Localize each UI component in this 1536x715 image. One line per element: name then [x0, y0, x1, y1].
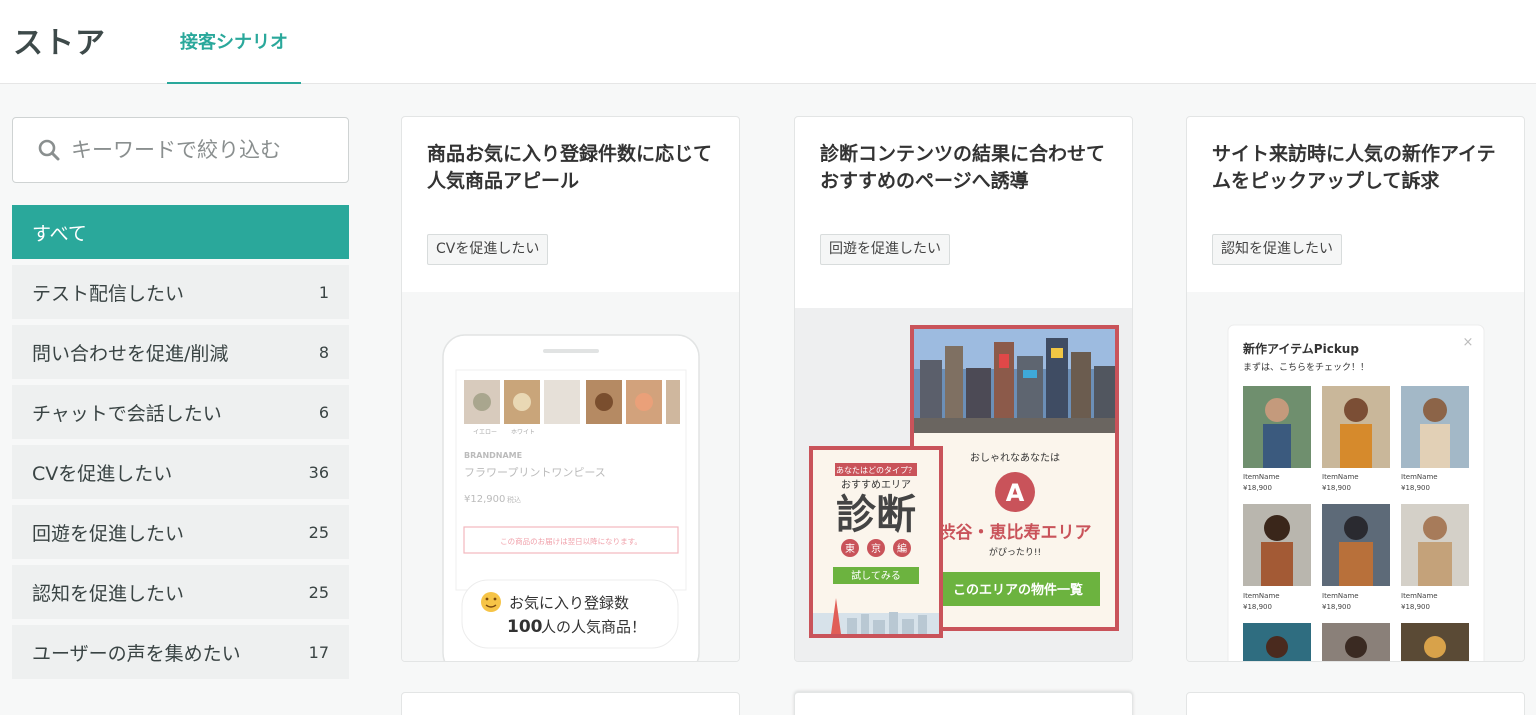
popup-subtitle: まずは、こちらをチェック！！	[1243, 362, 1369, 373]
search-icon	[38, 139, 60, 161]
item-price: ¥18,900	[1401, 484, 1430, 492]
category-count: 17	[308, 642, 329, 662]
category-item-voice[interactable]: ユーザーの声を集めたい 17	[12, 625, 349, 679]
popup-count: 100	[507, 617, 543, 637]
scenario-card-favorites[interactable]: 商品お気に入り登録件数に応じて人気商品アピール CVを促進したい イエロー ホワ…	[401, 116, 740, 662]
card-tag: 認知を促進したい	[1212, 234, 1342, 265]
category-item-circulation[interactable]: 回遊を促進したい 25	[12, 505, 349, 559]
product-name: フラワープリントワンピース	[464, 466, 606, 479]
item-price: ¥18,900	[1322, 603, 1351, 611]
category-label: 回遊を促進したい	[32, 522, 185, 545]
brand-name: BRANDNAME	[464, 451, 522, 460]
item-name: ItemName	[1322, 473, 1359, 481]
color-label: ホワイト	[511, 429, 535, 436]
result-letter: A	[1006, 479, 1025, 507]
color-label: イエロー	[473, 429, 497, 436]
emoji-icon	[481, 592, 501, 612]
diagnosis-banner-preview: おしゃれなあなたは A 渋谷・恵比寿エリア がぴったり!! このエリアの物件一覧…	[809, 325, 1119, 638]
popup-title: 新作アイテムPickup	[1243, 341, 1359, 356]
product-price: ¥12,900	[464, 494, 505, 505]
category-count: 1	[318, 282, 329, 302]
category-count: 8	[318, 342, 329, 362]
result-area: 渋谷・恵比寿エリア	[939, 522, 1092, 543]
category-item-awareness[interactable]: 認知を促進したい 25	[12, 565, 349, 619]
try-button: 試してみる	[851, 569, 901, 582]
category-count: 25	[308, 582, 329, 602]
popup-line1: お気に入り登録数	[509, 594, 629, 612]
delivery-notice: この商品のお届けは翌日以降になります。	[500, 536, 642, 546]
pickup-popup-preview: 新作アイテムPickup まずは、こちらをチェック！！ × ItemName ¥…	[1227, 324, 1485, 661]
search-input[interactable]	[71, 138, 331, 162]
category-item-cv[interactable]: CVを促進したい 36	[12, 445, 349, 499]
scenario-card[interactable]	[401, 692, 740, 715]
category-count: 36	[308, 462, 329, 482]
category-count: 6	[318, 402, 329, 422]
close-icon: ×	[1463, 335, 1474, 350]
item-price: ¥18,900	[1243, 484, 1272, 492]
header: ストア 接客シナリオ	[0, 0, 1536, 84]
item-price: ¥18,900	[1401, 603, 1430, 611]
card-title: 診断コンテンツの結果に合わせておすすめのページへ誘導	[820, 143, 1106, 192]
scenario-card-new-items[interactable]: サイト来訪時に人気の新作アイテムをピックアップして訴求 認知を促進したい 新作ア…	[1186, 116, 1525, 662]
category-item-chat[interactable]: チャットで会話したい 6	[12, 385, 349, 439]
card-preview: 新作アイテムPickup まずは、こちらをチェック！！ × ItemName ¥…	[1187, 292, 1524, 661]
diagnosis-title: 診断	[836, 492, 916, 538]
category-label: すべて	[32, 222, 87, 245]
scenario-card[interactable]	[794, 692, 1133, 715]
diagnosis-char: 編	[897, 542, 907, 555]
item-name: ItemName	[1322, 592, 1359, 600]
price-note: 税込	[507, 495, 521, 504]
item-price: ¥18,900	[1243, 603, 1272, 611]
tab-scenario[interactable]: 接客シナリオ	[167, 0, 301, 84]
category-item-all[interactable]: すべて	[12, 205, 349, 259]
item-name: ItemName	[1243, 592, 1280, 600]
card-title: 商品お気に入り登録件数に応じて人気商品アピール	[427, 143, 713, 192]
category-label: CVを促進したい	[32, 462, 173, 485]
scenario-card-diagnosis[interactable]: 診断コンテンツの結果に合わせておすすめのページへ誘導 回遊を促進したい おしゃれ…	[794, 116, 1133, 662]
scenario-card[interactable]	[1186, 692, 1525, 715]
search-box[interactable]	[12, 117, 349, 183]
card-tag: CVを促進したい	[427, 234, 549, 265]
result-button: このエリアの物件一覧	[953, 582, 1083, 598]
item-name: ItemName	[1243, 473, 1280, 481]
page-title: ストア	[13, 26, 106, 61]
category-label: 認知を促進したい	[32, 582, 185, 605]
category-label: 問い合わせを促進/削減	[32, 342, 229, 365]
category-list: すべて テスト配信したい 1 問い合わせを促進/削減 8 チャットで会話したい …	[12, 205, 349, 685]
card-title: サイト来訪時に人気の新作アイテムをピックアップして訴求	[1212, 143, 1496, 192]
card-preview: イエロー ホワイト BRANDNAME フラワープリントワンピース ¥12,90…	[402, 292, 739, 661]
category-count: 25	[308, 522, 329, 542]
diagnosis-char: 東	[845, 542, 855, 555]
diagnosis-sub: おすすめエリア	[841, 479, 911, 491]
category-label: テスト配信したい	[32, 282, 185, 305]
category-item-test[interactable]: テスト配信したい 1	[12, 265, 349, 319]
diagnosis-banner-label: あなたはどのタイプ？	[836, 466, 916, 475]
category-label: ユーザーの声を集めたい	[32, 642, 241, 665]
popup-line2: 人の人気商品！	[541, 618, 646, 636]
item-price: ¥18,900	[1322, 484, 1351, 492]
card-preview: おしゃれなあなたは A 渋谷・恵比寿エリア がぴったり!! このエリアの物件一覧…	[795, 308, 1132, 661]
phone-mockup-preview: イエロー ホワイト BRANDNAME フラワープリントワンピース ¥12,90…	[442, 334, 700, 661]
item-name: ItemName	[1401, 473, 1438, 481]
result-intro: おしゃれなあなたは	[970, 452, 1060, 464]
category-label: チャットで会話したい	[32, 402, 222, 425]
result-fit: がぴったり!!	[989, 546, 1041, 558]
item-name: ItemName	[1401, 592, 1438, 600]
diagnosis-char: 京	[871, 542, 881, 555]
category-item-inquiry[interactable]: 問い合わせを促進/削減 8	[12, 325, 349, 379]
card-tag: 回遊を促進したい	[820, 234, 950, 265]
